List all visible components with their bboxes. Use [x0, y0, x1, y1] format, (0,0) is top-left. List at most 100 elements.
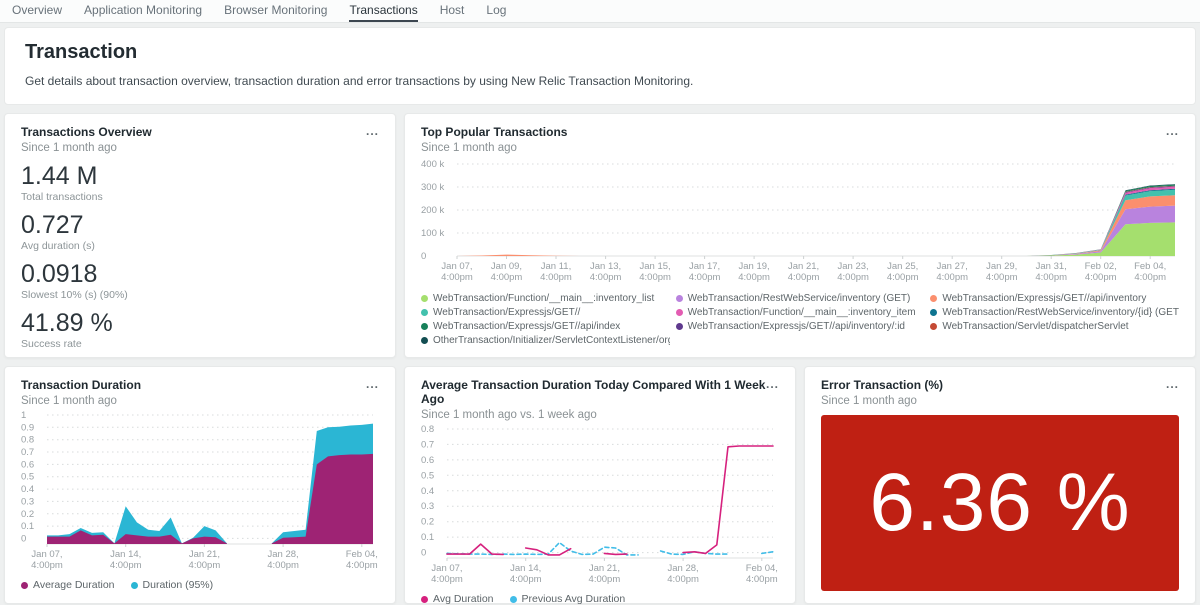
- metric-success-rate: 41.89 % Success rate: [21, 310, 379, 350]
- series-color-dot: [421, 295, 428, 302]
- svg-text:4:00pm: 4:00pm: [837, 272, 869, 283]
- panel-title: Average Transaction Duration Today Compa…: [421, 378, 766, 406]
- svg-text:Jan 14,: Jan 14,: [510, 563, 541, 574]
- legend-item[interactable]: WebTransaction/Expressjs/GET//api/invent…: [930, 293, 1179, 304]
- svg-text:Feb 04,: Feb 04,: [1134, 261, 1166, 272]
- svg-text:4:00pm: 4:00pm: [986, 272, 1018, 283]
- svg-text:0: 0: [21, 533, 26, 544]
- legend-item[interactable]: Previous Avg Duration: [510, 593, 626, 605]
- legend-label: Average Duration: [33, 579, 115, 591]
- legend-item[interactable]: WebTransaction/Expressjs/GET//: [421, 307, 670, 318]
- top-nav: Overview Application Monitoring Browser …: [0, 0, 1200, 23]
- top-popular-transactions-chart[interactable]: 0100 k200 k300 k400 kJan 07,4:00pmJan 09…: [421, 156, 1179, 286]
- svg-text:4:00pm: 4:00pm: [590, 272, 622, 283]
- svg-text:1: 1: [21, 410, 26, 421]
- svg-text:Feb 04,: Feb 04,: [746, 563, 778, 574]
- svg-text:0.4: 0.4: [421, 486, 434, 497]
- svg-text:Feb 02,: Feb 02,: [1085, 261, 1117, 272]
- svg-text:4:00pm: 4:00pm: [667, 574, 699, 585]
- metric-avg-duration: 0.727 Avg duration (s): [21, 212, 379, 252]
- legend-item[interactable]: WebTransaction/Function/__main__:invento…: [676, 307, 925, 318]
- legend-column: WebTransaction/Expressjs/GET//api/invent…: [930, 293, 1179, 346]
- series-color-dot: [930, 295, 937, 302]
- dashboard-page: Overview Application Monitoring Browser …: [0, 0, 1200, 605]
- metric-label: Avg duration (s): [21, 240, 379, 252]
- svg-text:Jan 09,: Jan 09,: [491, 261, 522, 272]
- svg-text:Jan 25,: Jan 25,: [887, 261, 918, 272]
- series-color-dot: [421, 337, 428, 344]
- legend-column: WebTransaction/RestWebService/inventory …: [676, 293, 925, 346]
- svg-text:4:00pm: 4:00pm: [936, 272, 968, 283]
- series-color-dot: [421, 323, 428, 330]
- legend-item[interactable]: WebTransaction/Function/__main__:invento…: [421, 293, 670, 304]
- svg-text:0.1: 0.1: [421, 532, 434, 543]
- avg-duration-comparison-chart[interactable]: 00.10.20.30.40.50.60.70.8Jan 07,4:00pmJa…: [421, 423, 779, 588]
- series-color-dot: [676, 295, 683, 302]
- comparison-legend: Avg Duration Previous Avg Duration: [421, 593, 779, 605]
- panel-menu-icon[interactable]: ...: [766, 378, 779, 390]
- legend-item[interactable]: WebTransaction/Expressjs/GET//api/invent…: [676, 321, 925, 332]
- svg-text:0.4: 0.4: [21, 484, 34, 495]
- legend-label: WebTransaction/Expressjs/GET//: [433, 307, 580, 318]
- svg-text:4:00pm: 4:00pm: [746, 574, 778, 585]
- tab-overview[interactable]: Overview: [12, 0, 62, 22]
- series-color-dot: [421, 309, 428, 316]
- svg-text:0.2: 0.2: [421, 517, 434, 528]
- svg-text:Jan 21,: Jan 21,: [589, 563, 620, 574]
- svg-text:4:00pm: 4:00pm: [346, 560, 378, 571]
- panel-title: Transaction Duration: [21, 378, 141, 392]
- svg-text:0: 0: [421, 251, 426, 262]
- tab-host[interactable]: Host: [440, 0, 465, 22]
- svg-text:Feb 04,: Feb 04,: [346, 549, 378, 560]
- svg-text:400 k: 400 k: [421, 159, 444, 170]
- panel-title: Top Popular Transactions: [421, 125, 567, 139]
- svg-text:4:00pm: 4:00pm: [110, 560, 142, 571]
- legend-item[interactable]: WebTransaction/Expressjs/GET//api/index: [421, 321, 670, 332]
- svg-text:0.8: 0.8: [21, 435, 34, 446]
- svg-text:Jan 29,: Jan 29,: [986, 261, 1017, 272]
- legend-item[interactable]: Average Duration: [21, 579, 115, 591]
- svg-text:0.3: 0.3: [421, 501, 434, 512]
- legend-label: WebTransaction/Servlet/dispatcherServlet: [942, 321, 1128, 332]
- tab-transactions[interactable]: Transactions: [349, 0, 417, 22]
- panel-title: Transactions Overview: [21, 125, 152, 139]
- tab-application-monitoring[interactable]: Application Monitoring: [84, 0, 202, 22]
- svg-text:0.6: 0.6: [21, 459, 34, 470]
- legend-item[interactable]: WebTransaction/RestWebService/inventory/…: [930, 307, 1179, 318]
- series-color-dot: [930, 309, 937, 316]
- page-header: Transaction Get details about transactio…: [4, 27, 1196, 105]
- legend-item[interactable]: WebTransaction/Servlet/dispatcherServlet: [930, 321, 1179, 332]
- legend-label: WebTransaction/Expressjs/GET//api/index: [433, 321, 620, 332]
- transaction-duration-chart[interactable]: 00.10.20.30.40.50.60.70.80.91Jan 07,4:00…: [21, 409, 379, 574]
- svg-text:0.7: 0.7: [421, 439, 434, 450]
- panel-menu-icon[interactable]: ...: [1166, 378, 1179, 390]
- panel-subtitle: Since 1 month ago vs. 1 week ago: [421, 409, 766, 421]
- error-percentage-value: 6.36 %: [869, 456, 1130, 550]
- svg-text:Jan 07,: Jan 07,: [441, 261, 472, 272]
- svg-text:4:00pm: 4:00pm: [441, 272, 473, 283]
- panel-transactions-overview: Transactions Overview Since 1 month ago …: [4, 113, 396, 358]
- svg-text:4:00pm: 4:00pm: [189, 560, 221, 571]
- metric-label: Success rate: [21, 338, 379, 350]
- legend-column: WebTransaction/Function/__main__:invento…: [421, 293, 670, 346]
- tab-browser-monitoring[interactable]: Browser Monitoring: [224, 0, 327, 22]
- panel-subtitle: Since 1 month ago: [21, 395, 141, 407]
- legend-item[interactable]: Duration (95%): [131, 579, 214, 591]
- svg-text:4:00pm: 4:00pm: [788, 272, 820, 283]
- panel-menu-icon[interactable]: ...: [1166, 125, 1179, 137]
- series-color-dot: [21, 582, 28, 589]
- metric-value: 0.727: [21, 212, 379, 238]
- legend-item[interactable]: WebTransaction/RestWebService/inventory …: [676, 293, 925, 304]
- series-color-dot: [510, 596, 517, 603]
- legend-item[interactable]: OtherTransaction/Initializer/ServletCont…: [421, 335, 670, 346]
- metric-value: 0.0918: [21, 261, 379, 287]
- legend-label: WebTransaction/Expressjs/GET//api/invent…: [942, 293, 1146, 304]
- svg-text:4:00pm: 4:00pm: [267, 560, 299, 571]
- panel-menu-icon[interactable]: ...: [366, 125, 379, 137]
- tab-log[interactable]: Log: [486, 0, 506, 22]
- svg-text:Jan 13,: Jan 13,: [590, 261, 621, 272]
- legend-item[interactable]: Avg Duration: [421, 593, 494, 605]
- panel-menu-icon[interactable]: ...: [366, 378, 379, 390]
- svg-text:Jan 27,: Jan 27,: [937, 261, 968, 272]
- legend-label: WebTransaction/Expressjs/GET//api/invent…: [688, 321, 905, 332]
